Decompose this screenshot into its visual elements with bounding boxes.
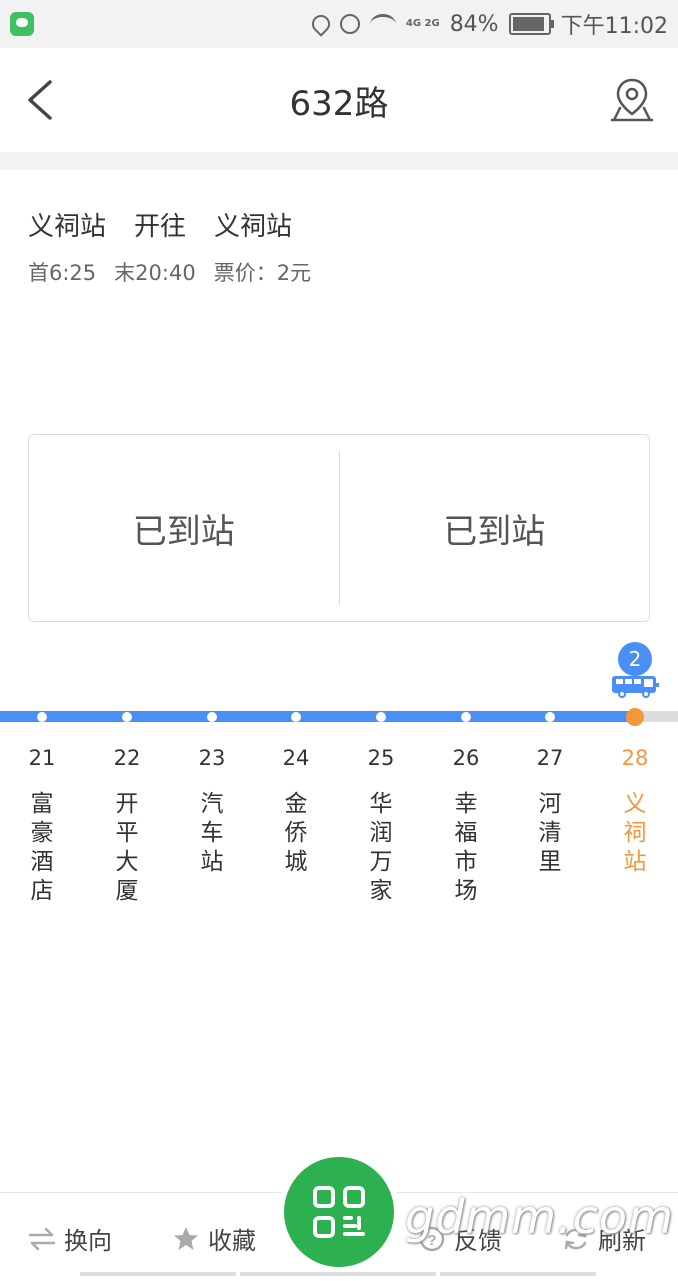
stop-name: 义祠站	[623, 791, 647, 875]
route-line-passed	[0, 711, 636, 722]
stop-dot	[207, 712, 217, 722]
nav-indicator	[80, 1272, 236, 1276]
route-info: 义祠站 开往 义祠站 首6:25 末20:40 票价：2元	[28, 206, 311, 287]
message-app-icon	[10, 12, 34, 36]
stop-name: 富豪酒店	[30, 791, 54, 904]
arrival-status-right: 已到站	[443, 511, 546, 552]
map-location-icon[interactable]	[608, 76, 656, 124]
route-to: 义祠站	[214, 212, 293, 242]
fare: 票价：2元	[213, 261, 312, 285]
stop-number: 21	[28, 746, 56, 770]
stop-number: 25	[367, 746, 395, 770]
stop-number: 28	[621, 746, 649, 770]
stop-number: 27	[536, 746, 564, 770]
last-bus-time: 末20:40	[114, 261, 196, 285]
stop-dot	[37, 712, 47, 722]
status-bar: 4G 2G 84% 下午11:02	[0, 0, 678, 48]
alarm-icon	[339, 14, 360, 34]
clock: 下午11:02	[560, 14, 668, 39]
route-schedule: 首6:25 末20:40 票价：2元	[28, 257, 311, 287]
bus-count-badge[interactable]: 2	[618, 642, 652, 676]
arrival-status-left: 已到站	[132, 511, 235, 552]
header-divider	[0, 152, 678, 170]
status-right: 4G 2G 84% 下午11:02	[308, 0, 668, 48]
route-stop-strip[interactable]: 21 富豪酒店 22 开平大厦 23 汽车站 24 金侨城 25 华润万家 26…	[0, 640, 678, 940]
route-direction: 义祠站 开往 义祠站	[28, 206, 311, 243]
scan-qr-button[interactable]	[284, 1157, 394, 1267]
stop-dot	[461, 712, 471, 722]
first-bus-time: 首6:25	[28, 261, 97, 285]
arrival-card: 已到站 已到站	[28, 434, 650, 622]
network-type: 4G 2G	[405, 18, 440, 29]
location-icon	[308, 11, 334, 37]
stop-number: 26	[452, 746, 480, 770]
reverse-button[interactable]: 换向	[28, 1221, 112, 1256]
battery-icon	[508, 13, 554, 35]
stop-name: 华润万家	[369, 791, 393, 904]
star-icon	[174, 1226, 198, 1250]
bus-icon	[612, 676, 659, 698]
stop-number: 23	[198, 746, 226, 770]
favorite-label: 收藏	[208, 1227, 256, 1255]
stop-number: 24	[282, 746, 310, 770]
watermark: gdmm.com	[405, 1190, 674, 1244]
nav-indicator	[240, 1272, 436, 1276]
stop-name: 金侨城	[284, 791, 308, 875]
reverse-label: 换向	[64, 1227, 112, 1255]
wifi-icon	[369, 13, 396, 35]
stop-name: 开平大厦	[115, 791, 139, 904]
qr-code-icon	[313, 1186, 365, 1238]
route-direction-word: 开往	[134, 212, 187, 242]
swap-arrows-icon	[28, 1227, 56, 1250]
stop-dot	[122, 712, 132, 722]
stop-number: 22	[113, 746, 141, 770]
page-title: 632路	[289, 84, 389, 124]
battery-percent: 84%	[449, 11, 499, 37]
stop-name: 河清里	[538, 791, 562, 875]
route-from: 义祠站	[28, 212, 107, 242]
stop-name: 幸福市场	[454, 791, 478, 904]
nav-indicator	[440, 1272, 596, 1276]
stop-dot	[545, 712, 555, 722]
stop-dot	[376, 712, 386, 722]
favorite-button[interactable]: 收藏	[172, 1221, 256, 1256]
stop-dot	[291, 712, 301, 722]
header: 632路	[0, 48, 678, 152]
stop-name: 汽车站	[200, 791, 224, 875]
current-stop-dot	[626, 708, 644, 726]
